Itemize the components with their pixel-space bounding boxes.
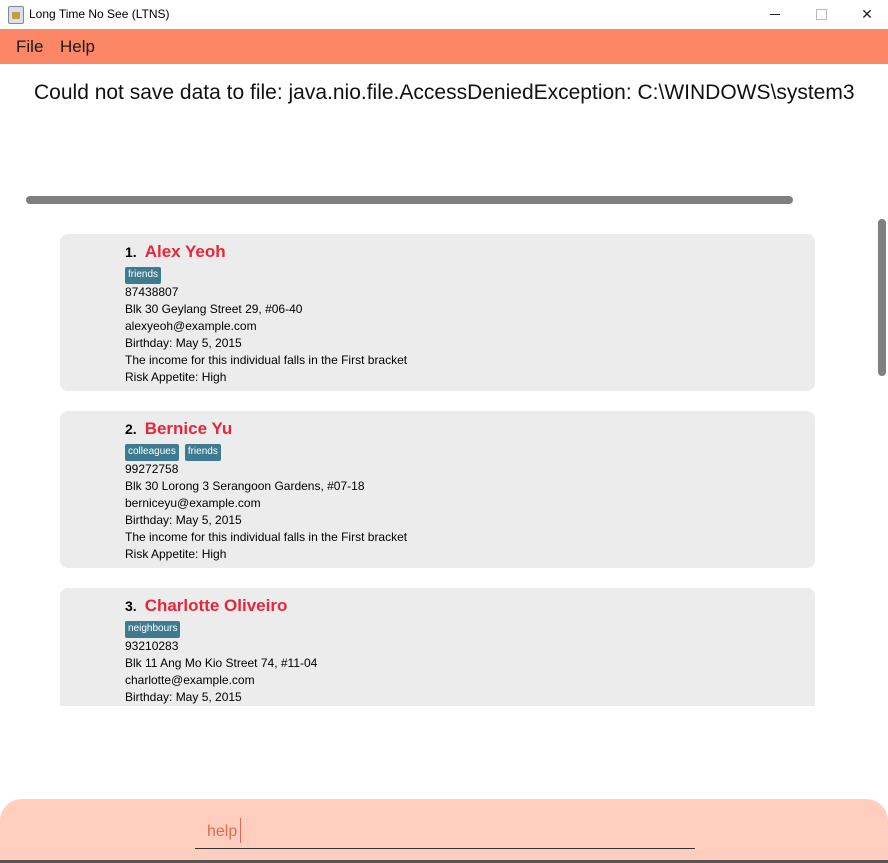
tag-badge: neighbours bbox=[125, 621, 181, 638]
command-input[interactable] bbox=[195, 816, 695, 849]
list-vertical-scrollbar[interactable] bbox=[878, 219, 886, 376]
person-birthday: Birthday: May 5, 2015 bbox=[125, 513, 242, 527]
person-email: berniceyu@example.com bbox=[125, 496, 261, 510]
person-birthday: Birthday: May 5, 2015 bbox=[125, 690, 242, 704]
result-message: Could not save data to file: java.nio.fi… bbox=[34, 81, 855, 104]
person-card[interactable]: 2. Bernice Yu colleagues friends 9927275… bbox=[60, 411, 815, 568]
person-income: The income for this individual falls in … bbox=[125, 530, 408, 544]
person-income: The income for this individual falls in … bbox=[125, 353, 408, 367]
window-title: Long Time No See (LTNS) bbox=[29, 7, 170, 21]
person-card[interactable]: 3. Charlotte Oliveiro neighbours 9321028… bbox=[60, 588, 815, 706]
minimize-icon bbox=[770, 14, 780, 15]
menu-help[interactable]: Help bbox=[60, 37, 95, 57]
command-box bbox=[0, 799, 888, 863]
person-address: Blk 30 Lorong 3 Serangoon Gardens, #07-1… bbox=[125, 479, 365, 493]
person-phone: 99272758 bbox=[125, 462, 179, 476]
result-display: Could not save data to file: java.nio.fi… bbox=[0, 64, 888, 214]
menu-bar: File Help bbox=[0, 29, 888, 64]
person-address: Blk 11 Ang Mo Kio Street 74, #11-04 bbox=[125, 656, 318, 670]
close-button[interactable]: ✕ bbox=[844, 0, 888, 29]
tag-badge: friends bbox=[125, 267, 162, 284]
person-name: Bernice Yu bbox=[144, 419, 233, 438]
maximize-button[interactable] bbox=[798, 0, 844, 29]
maximize-icon bbox=[815, 9, 827, 20]
tag-badge: colleagues bbox=[125, 444, 179, 461]
person-list: 1. Alex Yeoh friends 87438807 Blk 30 Gey… bbox=[0, 218, 888, 706]
person-index: 3. bbox=[125, 598, 137, 614]
text-cursor bbox=[240, 818, 241, 843]
person-risk: Risk Appetite: High bbox=[125, 370, 227, 384]
person-name: Alex Yeoh bbox=[144, 242, 226, 261]
close-icon: ✕ bbox=[861, 6, 873, 23]
menu-file[interactable]: File bbox=[16, 37, 43, 57]
person-phone: 93210283 bbox=[125, 639, 179, 653]
result-horizontal-scrollbar[interactable] bbox=[26, 196, 793, 204]
title-bar: Long Time No See (LTNS) ✕ bbox=[0, 0, 888, 29]
person-risk: Risk Appetite: High bbox=[125, 547, 227, 561]
person-phone: 87438807 bbox=[125, 285, 179, 299]
person-email: charlotte@example.com bbox=[125, 673, 255, 687]
person-birthday: Birthday: May 5, 2015 bbox=[125, 336, 242, 350]
person-card[interactable]: 1. Alex Yeoh friends 87438807 Blk 30 Gey… bbox=[60, 234, 815, 391]
minimize-button[interactable] bbox=[752, 0, 798, 29]
person-name: Charlotte Oliveiro bbox=[144, 596, 288, 615]
person-email: alexyeoh@example.com bbox=[125, 319, 257, 333]
app-icon bbox=[8, 6, 24, 24]
person-address: Blk 30 Geylang Street 29, #06-40 bbox=[125, 302, 303, 316]
person-index: 1. bbox=[125, 244, 137, 260]
tag-badge: friends bbox=[184, 444, 221, 461]
person-index: 2. bbox=[125, 421, 137, 437]
